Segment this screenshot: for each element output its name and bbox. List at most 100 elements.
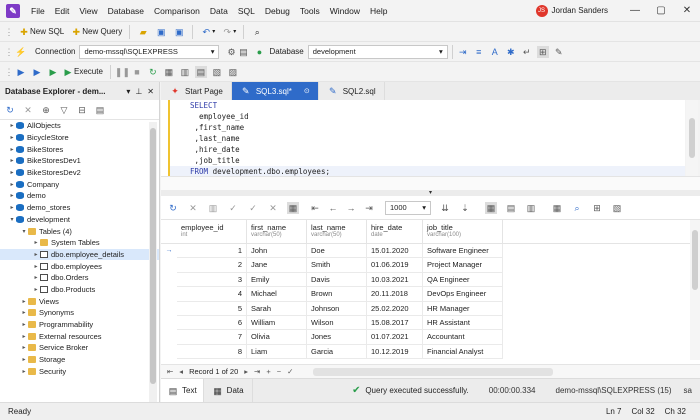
export-icon[interactable]: ▧ xyxy=(211,66,223,78)
last-record-icon[interactable]: ⇥ xyxy=(254,367,260,376)
table-cell[interactable]: 2 xyxy=(177,258,247,273)
tab-close-icon[interactable]: ⊙ xyxy=(304,87,310,95)
tree-item[interactable]: ▸ dbo.Orders xyxy=(0,272,159,284)
execute-statement-icon[interactable]: ▶ xyxy=(31,66,43,78)
grid-layout-icon[interactable]: ▦ xyxy=(485,201,497,214)
row-selector[interactable] xyxy=(161,258,177,272)
menu-view[interactable]: View xyxy=(74,0,102,22)
table-cell[interactable]: Accountant xyxy=(423,330,503,345)
table-cell[interactable]: Sarah xyxy=(247,301,307,316)
page-size-select[interactable]: 1000 ▾ xyxy=(385,200,431,215)
row-selector[interactable] xyxy=(161,330,177,344)
table-cell[interactable]: 01.06.2019 xyxy=(367,258,423,273)
row-selector[interactable] xyxy=(161,273,177,287)
chevron-down-icon[interactable]: ▾ xyxy=(126,87,130,96)
tree-item[interactable]: ▾ development xyxy=(0,214,159,226)
column-header[interactable]: employee_id int xyxy=(177,219,247,244)
tree-item[interactable]: ▸ dbo.Products xyxy=(0,284,159,296)
fetch-next-icon[interactable]: ⇣ xyxy=(459,202,471,214)
expand-icon[interactable]: ▸ xyxy=(8,192,16,199)
editor-scrollbar[interactable] xyxy=(686,100,698,176)
apply-all-icon[interactable]: ✓ xyxy=(247,202,259,214)
first-page-icon[interactable]: ⇤ xyxy=(309,202,321,214)
tab-sql3-sql-[interactable]: ✎ SQL3.sql* ⊙ xyxy=(231,82,319,100)
tree-item[interactable]: ▸ BikeStores xyxy=(0,143,159,155)
table-cell[interactable]: 15.01.2020 xyxy=(367,244,423,259)
collapse-icon[interactable]: ▾ xyxy=(20,228,28,235)
tree-item[interactable]: ▸ dbo.employee_details xyxy=(0,248,159,261)
scroll-thumb[interactable] xyxy=(692,230,698,290)
expand-icon[interactable]: ▸ xyxy=(32,286,40,293)
table-row[interactable]: → 1 John Doe 15.01.2020 Software Engineer xyxy=(161,244,700,259)
connection-select[interactable]: demo-mssql\SQLEXPRESS ▾ xyxy=(79,44,220,59)
table-cell[interactable]: Liam xyxy=(247,344,307,360)
menu-window[interactable]: Window xyxy=(325,0,365,22)
editor-hscroll[interactable] xyxy=(161,176,700,190)
find-button[interactable]: ⌕ xyxy=(248,23,266,41)
table-cell[interactable]: 4 xyxy=(177,287,247,302)
execute-current-icon[interactable]: ▶ xyxy=(47,66,59,78)
group-icon[interactable]: ⊞ xyxy=(591,202,603,214)
row-selector[interactable] xyxy=(161,302,177,316)
prev-page-icon[interactable]: ← xyxy=(327,202,339,214)
table-row[interactable]: 6 William Wilson 15.08.2017 HR Assistant xyxy=(161,315,700,331)
expand-icon[interactable]: ▸ xyxy=(20,309,28,316)
report-icon[interactable]: ▨ xyxy=(227,66,239,78)
expand-icon[interactable]: ▸ xyxy=(32,251,40,258)
format-icon[interactable]: ⇥ xyxy=(457,46,469,58)
fetch-all-icon[interactable]: ⇊ xyxy=(439,202,451,214)
delete-icon[interactable]: ✕ xyxy=(187,202,199,214)
find-icon[interactable]: ⌕ xyxy=(571,202,583,214)
tree-item[interactable]: ▸ BikeStoresDev2 xyxy=(0,167,159,179)
tree-item[interactable]: ▸ Synonyms xyxy=(0,307,159,319)
table-row[interactable]: 4 Michael Brown 20.11.2018 DevOps Engineer xyxy=(161,287,700,302)
next-record-icon[interactable]: ▸ xyxy=(244,367,248,376)
user-name[interactable]: Jordan Sanders xyxy=(552,6,608,15)
save-button[interactable]: ▣ xyxy=(152,23,170,41)
current-row-icon[interactable]: → xyxy=(161,244,177,258)
prev-record-icon[interactable]: ◂ xyxy=(179,367,183,376)
tree-item[interactable]: ▸ BikeStoresDev1 xyxy=(0,155,159,167)
undo-button[interactable]: ↶ ▾ xyxy=(197,23,218,41)
indent-icon[interactable]: ≡ xyxy=(473,46,485,58)
grid-mode-icon[interactable]: ▦ xyxy=(163,66,175,78)
row-selector[interactable] xyxy=(161,287,177,301)
wrap-icon[interactable]: ↵ xyxy=(521,46,533,58)
table-cell[interactable]: Jane xyxy=(247,258,307,273)
menu-help[interactable]: Help xyxy=(365,0,392,22)
tree-item[interactable]: ▸ Views xyxy=(0,295,159,307)
tree-item[interactable]: ▸ Storage xyxy=(0,354,159,366)
table-cell[interactable]: Wilson xyxy=(307,315,367,331)
table-cell[interactable]: Davis xyxy=(307,272,367,288)
stop-icon[interactable]: ■ xyxy=(131,66,143,78)
menu-debug[interactable]: Debug xyxy=(260,0,295,22)
table-row[interactable]: 7 Olivia Jones 01.07.2021 Accountant xyxy=(161,330,700,345)
table-cell[interactable]: Johnson xyxy=(307,301,367,316)
explorer-scrollbar[interactable] xyxy=(149,122,157,402)
table-row[interactable]: 2 Jane Smith 01.06.2019 Project Manager xyxy=(161,258,700,273)
grid-hscroll[interactable] xyxy=(313,367,554,376)
table-cell[interactable]: Garcia xyxy=(307,344,367,360)
close-icon[interactable]: ✕ xyxy=(147,87,154,96)
tree-item[interactable]: ▸ BicycleStore xyxy=(0,132,159,144)
expand-icon[interactable]: ▸ xyxy=(8,134,16,141)
minimize-icon[interactable]: — xyxy=(622,0,648,22)
expand-icon[interactable]: ▸ xyxy=(20,333,28,340)
insert-row-icon[interactable]: ▥ xyxy=(207,202,219,214)
text-tab[interactable]: ▤ Text xyxy=(161,378,204,403)
tree-item[interactable]: ▸ External resources xyxy=(0,330,159,342)
table-cell[interactable]: Doe xyxy=(307,244,367,259)
expand-icon[interactable]: ▸ xyxy=(32,239,40,246)
table-cell[interactable]: Olivia xyxy=(247,330,307,345)
expand-icon[interactable]: ▸ xyxy=(8,181,16,188)
menu-database[interactable]: Database xyxy=(103,0,149,22)
tree-item[interactable]: ▸ AllObjects xyxy=(0,120,159,132)
table-cell[interactable]: 01.07.2021 xyxy=(367,330,423,345)
table-cell[interactable]: Michael xyxy=(247,287,307,302)
column-header[interactable]: first_name varchar(50) xyxy=(247,219,307,244)
grid-view-icon[interactable]: ▦ xyxy=(287,201,299,214)
close-icon[interactable]: ✕ xyxy=(674,0,700,22)
sql-editor[interactable]: SELECT employee_id ,first_name ,last_nam… xyxy=(168,100,685,177)
expand-icon[interactable]: ▸ xyxy=(32,263,40,270)
collapse-icon[interactable]: ⊟ xyxy=(76,104,88,116)
